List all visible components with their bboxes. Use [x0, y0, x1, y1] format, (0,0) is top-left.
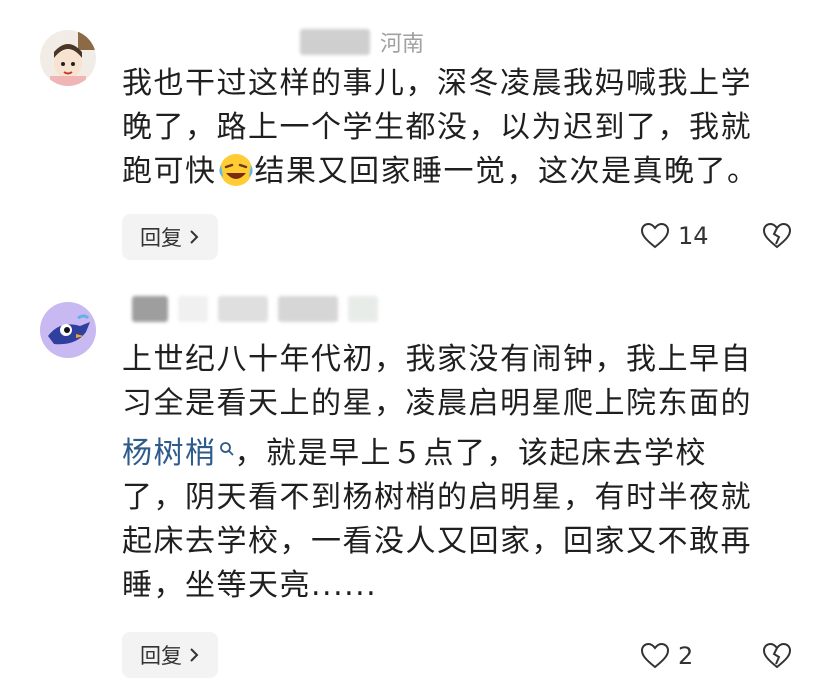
username-blurred[interactable] [132, 296, 168, 322]
reply-label: 回复 [140, 226, 182, 250]
comment-text: 我也干过这样的事儿，深冬凌晨我妈喊我上学 晚了，路上一个学生都没，以为迟到了，我… [122, 62, 782, 194]
comment-line: 了，阴天看不到杨树梢的启明星，有时半夜就 [122, 480, 752, 515]
like-count: 2 [678, 642, 694, 670]
user-meta-blurred [132, 296, 378, 322]
like-control[interactable]: 14 [640, 222, 709, 250]
comment-line: 上世纪八十年代初，我家没有闹钟，我上早自 [122, 342, 752, 377]
broken-heart-icon[interactable] [762, 222, 792, 250]
chevron-right-icon [188, 646, 200, 664]
comment-line: 起床去学校，一看没人又回家，回家又不敢再 [122, 524, 752, 559]
comment-1: 河南 我也干过这样的事儿，深冬凌晨我妈喊我上学 晚了，路上一个学生都没，以为迟到… [0, 0, 828, 270]
avatar[interactable] [40, 30, 96, 86]
comment-line-part: ，就是早上５点了，该起床去学校 [234, 436, 707, 471]
comment-line: 杨树梢 ，就是早上５点了，该起床去学校 [122, 426, 782, 476]
meta-blurred [218, 296, 268, 322]
comment-line-part: 结果又回家睡一觉，这次是真晚了。 [254, 154, 759, 189]
chevron-right-icon [188, 228, 200, 246]
search-icon [219, 426, 235, 470]
comment-line-part: 跑可快 [122, 154, 217, 189]
comment-line: 晚了，路上一个学生都没，以为迟到了，我就 [122, 110, 752, 145]
search-link[interactable]: 杨树梢 [122, 436, 235, 471]
user-meta: 河南 [300, 26, 424, 58]
like-control[interactable]: 2 [640, 642, 693, 670]
reply-button[interactable]: 回复 [122, 214, 218, 260]
heart-icon[interactable] [640, 222, 670, 250]
heart-icon[interactable] [640, 642, 670, 670]
laughing-crying-emoji-icon [217, 151, 255, 189]
comment-line: 习全是看天上的星，凌晨启明星爬上院东面的 [122, 386, 752, 421]
reply-label: 回复 [140, 644, 182, 668]
comment-line: 睡，坐等天亮...... [122, 568, 378, 603]
meta-blurred [348, 296, 378, 322]
reply-button[interactable]: 回复 [122, 632, 218, 678]
like-count: 14 [678, 222, 709, 250]
broken-heart-icon[interactable] [762, 642, 792, 670]
avatar[interactable] [40, 302, 96, 358]
comment-text: 上世纪八十年代初，我家没有闹钟，我上早自 习全是看天上的星，凌晨启明星爬上院东面… [122, 338, 782, 608]
meta-blurred [278, 296, 338, 322]
location-label: 河南 [380, 32, 425, 57]
meta-blurred [178, 296, 208, 322]
comment-line: 跑可快 结果又回家睡一觉，这次是真晚了。 [122, 150, 782, 194]
comment-line: 我也干过这样的事儿，深冬凌晨我妈喊我上学 [122, 66, 752, 101]
search-link-text: 杨树梢 [122, 436, 217, 471]
comment-2: 上世纪八十年代初，我家没有闹钟，我上早自 习全是看天上的星，凌晨启明星爬上院东面… [0, 280, 828, 700]
username-blurred[interactable] [300, 29, 370, 55]
